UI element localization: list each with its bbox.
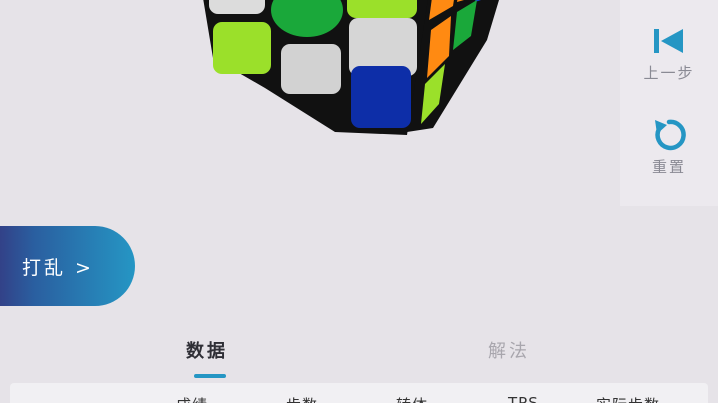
solver-screen: 上一步 重置 打乱 > 数据 解法 成绩 步数 转体 TPS 实际步数 <box>0 0 718 403</box>
column-header-actual-moves: 实际步数 <box>596 394 660 403</box>
control-panel: 上一步 重置 <box>620 0 718 206</box>
stats-table-header: 成绩 步数 转体 TPS 实际步数 <box>10 383 708 403</box>
scramble-label: 打乱 > <box>22 256 94 279</box>
column-header-rotations: 转体 <box>396 394 428 403</box>
cube-sticker <box>347 0 417 18</box>
reset-button[interactable]: 重置 <box>620 96 718 186</box>
active-tab-indicator <box>194 374 226 378</box>
undo-button[interactable]: 上一步 <box>620 0 718 90</box>
column-header-tps: TPS <box>508 394 539 403</box>
tab-solution[interactable]: 解法 <box>488 337 530 363</box>
cube-sticker <box>281 44 341 94</box>
column-header-result: 成绩 <box>176 394 208 403</box>
scramble-button[interactable]: 打乱 > <box>0 226 135 306</box>
reset-icon <box>649 118 689 152</box>
rubiks-cube[interactable] <box>195 0 505 145</box>
cube-sticker <box>209 0 265 14</box>
tab-data[interactable]: 数据 <box>186 337 228 363</box>
undo-label: 上一步 <box>643 64 695 82</box>
cube-sticker <box>213 22 271 74</box>
reset-label: 重置 <box>651 158 686 176</box>
cube-sticker <box>351 66 411 128</box>
step-back-icon <box>649 24 689 58</box>
column-header-moves: 步数 <box>286 394 318 403</box>
